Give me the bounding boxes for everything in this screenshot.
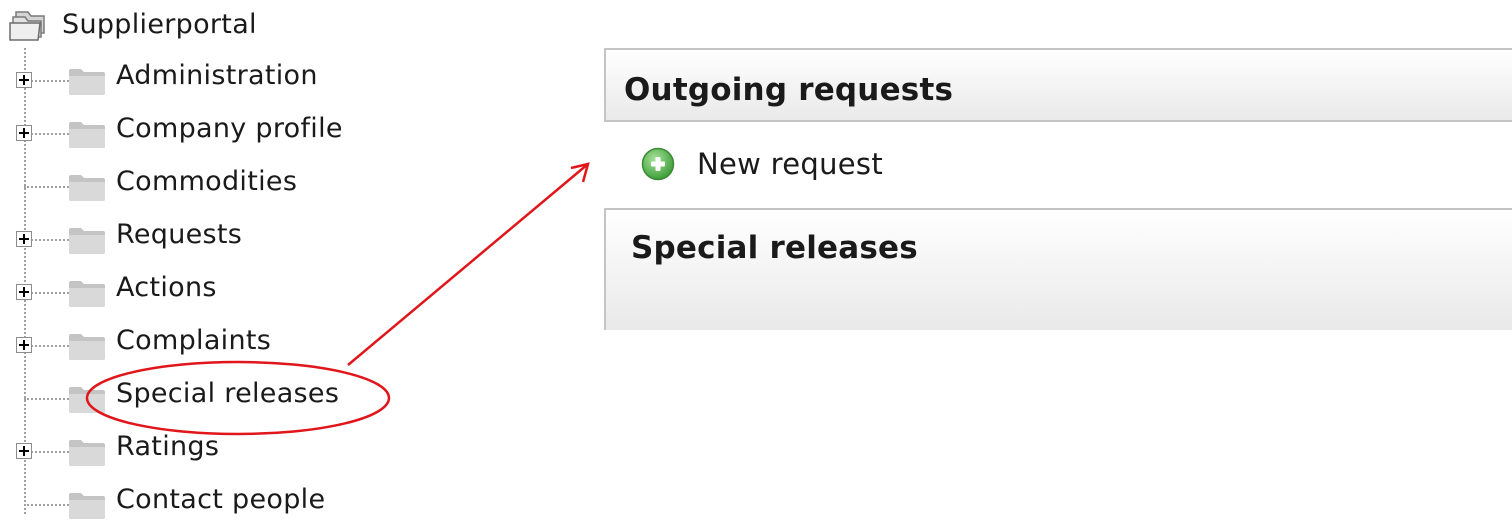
tree-item-label: Requests [116, 219, 243, 250]
add-icon [641, 147, 675, 181]
folder-icon [69, 387, 105, 413]
special-releases-title: Special releases [631, 230, 918, 266]
tree-item-label: Actions [116, 272, 217, 303]
expand-plus-icon[interactable] [16, 443, 32, 459]
arrow-head [570, 162, 590, 183]
new-request-label: New request [697, 147, 884, 181]
tree-item-company-profile[interactable]: Company profile [10, 109, 430, 149]
folder-icon [69, 175, 105, 201]
folder-icon [69, 493, 105, 519]
tree-item-commodities[interactable]: Commodities [10, 162, 430, 202]
expand-plus-icon[interactable] [16, 72, 32, 88]
tree-item-label: Administration [116, 60, 318, 91]
folder-icon [69, 122, 105, 148]
folder-icon [69, 440, 105, 466]
expand-plus-icon[interactable] [16, 231, 32, 247]
tree-item-contact-people[interactable]: Contact people [10, 480, 430, 520]
tree-item-label: Ratings [116, 431, 220, 462]
expand-plus-icon[interactable] [16, 284, 32, 300]
outgoing-requests-panel: Outgoing requests [604, 48, 1512, 122]
outgoing-requests-title: Outgoing requests [624, 72, 954, 108]
folder-stack-icon [9, 11, 45, 41]
tree-root[interactable]: Supplierportal [8, 4, 257, 44]
tree-root-label: Supplierportal [62, 8, 257, 40]
folder-icon [69, 228, 105, 254]
folder-icon [69, 334, 105, 360]
tree-item-special-releases[interactable]: Special releases [10, 374, 430, 414]
tree-item-administration[interactable]: Administration [10, 56, 430, 96]
tree-item-label: Contact people [116, 484, 326, 515]
folder-icon [69, 281, 105, 307]
new-request-button[interactable]: New request [641, 144, 883, 184]
tree-item-complaints[interactable]: Complaints [10, 321, 430, 361]
expand-plus-icon[interactable] [16, 337, 32, 353]
tree-item-ratings[interactable]: Ratings [10, 427, 430, 467]
tree-item-requests[interactable]: Requests [10, 215, 430, 255]
tree-item-label: Special releases [116, 378, 340, 409]
tree-item-label: Complaints [116, 325, 272, 356]
tree-item-actions[interactable]: Actions [10, 268, 430, 308]
folder-icon [69, 69, 105, 95]
tree-item-label: Company profile [116, 113, 343, 144]
tree-item-label: Commodities [116, 166, 298, 197]
special-releases-panel: Special releases [604, 208, 1512, 330]
expand-plus-icon[interactable] [16, 125, 32, 141]
